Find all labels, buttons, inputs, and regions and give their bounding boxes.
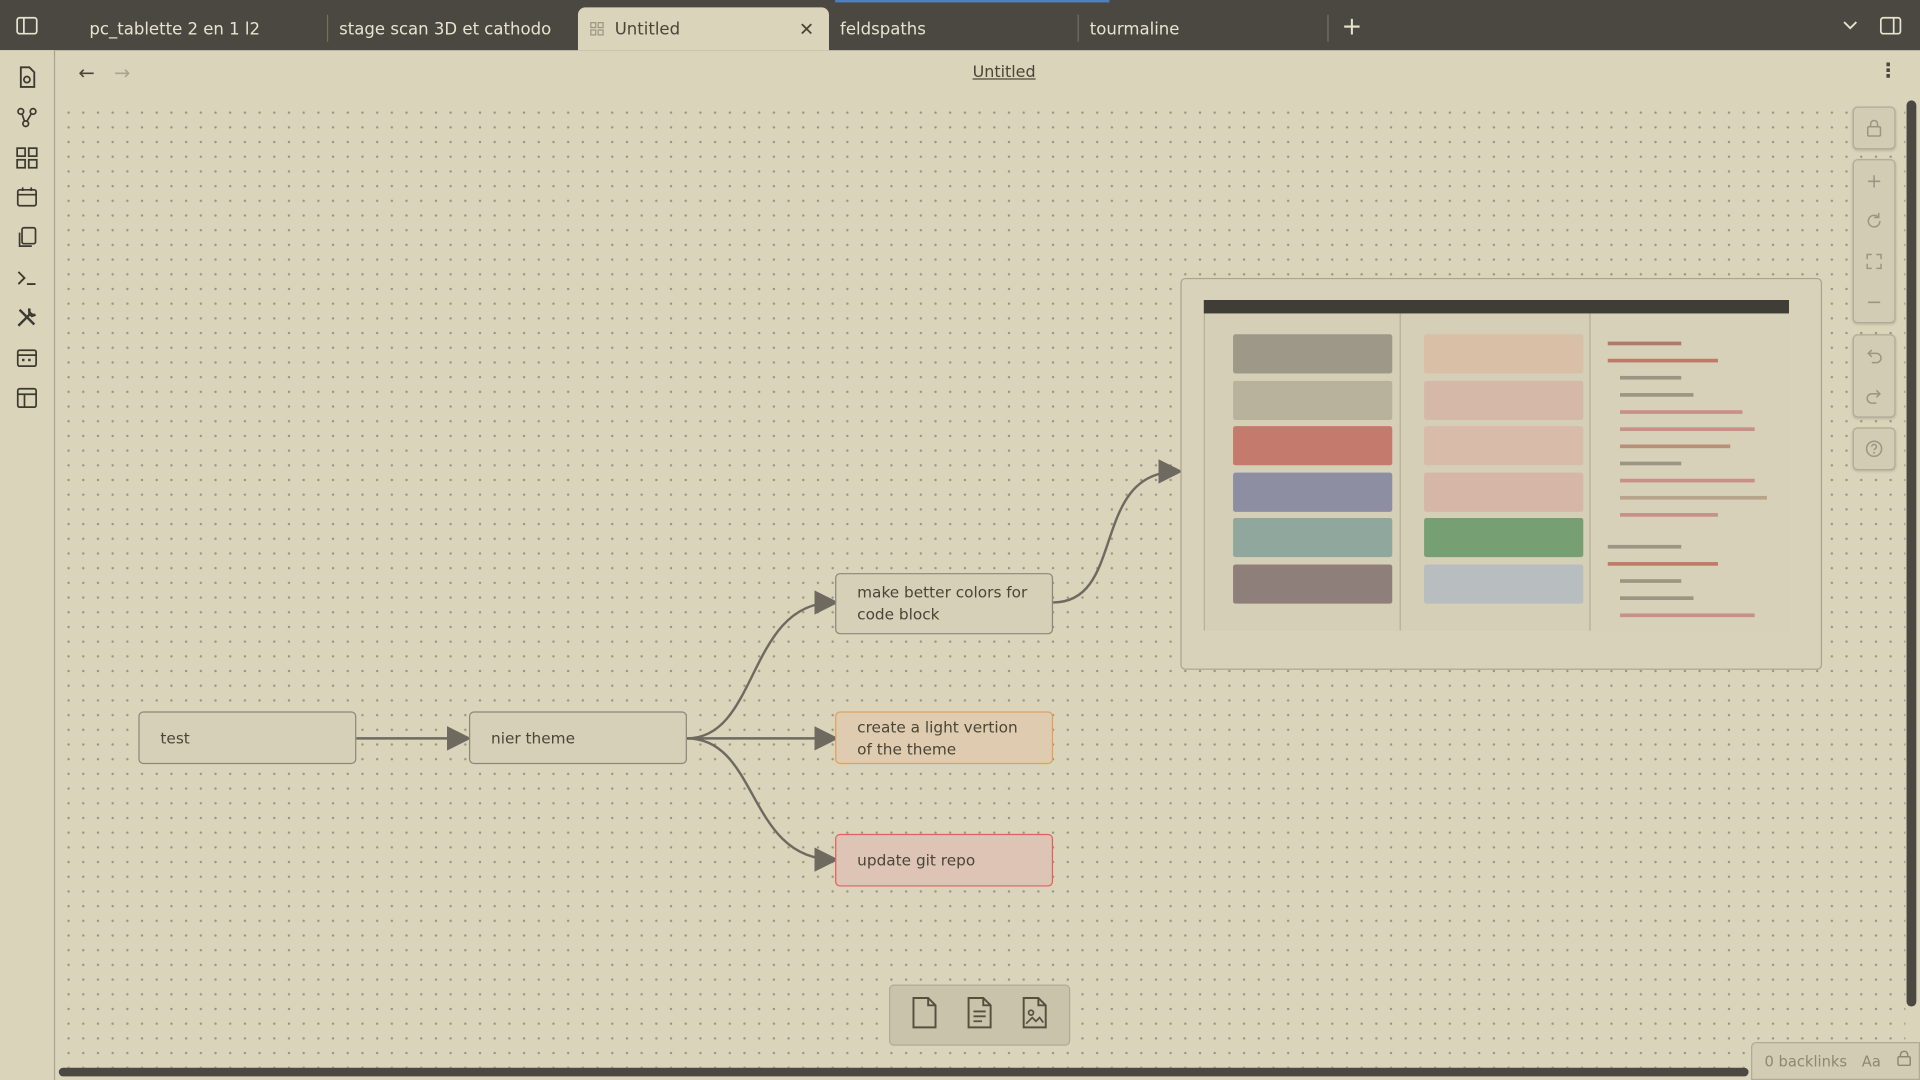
close-icon[interactable]: ✕	[799, 18, 814, 40]
card-text: make better colors for code block	[857, 582, 1028, 624]
history-control-group	[1852, 334, 1896, 418]
lock-icon[interactable]	[1854, 108, 1894, 148]
zoom-out-icon[interactable]: −	[1854, 282, 1894, 322]
canvas-icon	[590, 21, 605, 36]
card-nier-theme[interactable]: nier theme	[468, 711, 687, 765]
redo-icon[interactable]	[1854, 376, 1894, 416]
terminal-icon[interactable]	[15, 266, 39, 290]
tab-label: stage scan 3D et cathodo	[339, 18, 552, 39]
copy-files-icon[interactable]	[15, 225, 39, 249]
tab-label: pc_tablette 2 en 1 l2	[89, 18, 261, 39]
card-text: nier theme	[491, 727, 576, 747]
undo-icon[interactable]	[1854, 336, 1894, 376]
card-light-version[interactable]: create a light vertion of the theme	[835, 711, 1054, 765]
right-sidebar-toggle-icon[interactable]	[1878, 15, 1902, 37]
calendar-icon[interactable]	[15, 185, 39, 209]
help-control-group	[1852, 427, 1896, 471]
daily-notes-calendar-icon[interactable]	[15, 345, 39, 369]
lock-control-group	[1852, 106, 1896, 150]
card-text: create a light vertion of the theme	[857, 716, 1018, 758]
card-update-git[interactable]: update git repo	[835, 833, 1054, 887]
fit-to-screen-icon[interactable]	[1854, 241, 1894, 281]
open-quick-switcher-icon[interactable]	[15, 65, 39, 89]
add-note-icon[interactable]	[962, 994, 996, 1036]
tab-divider	[1327, 14, 1329, 42]
graph-view-icon[interactable]	[15, 105, 39, 129]
zoom-in-icon[interactable]: +	[1854, 160, 1894, 200]
canvas-grid-icon[interactable]	[15, 146, 39, 170]
add-media-icon[interactable]	[1017, 994, 1051, 1036]
tools-icon[interactable]	[15, 305, 39, 329]
add-card-icon[interactable]	[908, 994, 942, 1036]
vertical-scrollbar[interactable]	[1906, 100, 1917, 1007]
card-better-colors[interactable]: make better colors for code block	[835, 573, 1054, 635]
left-ribbon	[0, 50, 56, 1080]
image-card[interactable]	[1180, 277, 1823, 670]
tab-label: Untitled	[614, 18, 681, 39]
tab-tourmaline[interactable]: tourmaline	[1078, 7, 1329, 50]
tab-bar: pc_tablette 2 en 1 l2 stage scan 3D et c…	[0, 0, 1920, 51]
sidebar-toggle-icon[interactable]	[15, 15, 39, 37]
card-text: test	[160, 727, 190, 747]
more-options-icon[interactable]: ⋮	[1878, 59, 1898, 82]
card-text: update git repo	[857, 850, 976, 869]
tab-pc-tablette[interactable]: pc_tablette 2 en 1 l2	[77, 7, 328, 50]
zoom-control-group: + −	[1852, 159, 1896, 324]
back-arrow-icon[interactable]: ←	[78, 61, 94, 84]
font-icon[interactable]: Aa	[1862, 1052, 1881, 1069]
sync-status-icon[interactable]	[1896, 1050, 1913, 1072]
tab-feldspaths[interactable]: feldspaths	[828, 7, 1079, 50]
tab-stage-scan[interactable]: stage scan 3D et cathodo	[327, 7, 578, 50]
chevron-down-icon[interactable]	[1839, 15, 1861, 37]
forward-arrow-icon[interactable]: →	[114, 61, 130, 84]
reset-zoom-icon[interactable]	[1854, 201, 1894, 241]
horizontal-scrollbar[interactable]	[58, 1067, 1749, 1077]
new-tab-plus-icon[interactable]: +	[1340, 11, 1364, 40]
tab-label: tourmaline	[1089, 18, 1180, 39]
card-creation-toolbar	[888, 984, 1071, 1046]
backlinks-count[interactable]: 0 backlinks	[1765, 1052, 1848, 1069]
card-test[interactable]: test	[138, 711, 357, 765]
status-bar: 0 backlinks Aa	[1751, 1042, 1920, 1080]
embedded-screenshot	[1203, 300, 1789, 631]
page-title[interactable]: Untitled	[759, 64, 1249, 82]
loading-progress	[835, 0, 1110, 3]
tab-label: feldspaths	[840, 18, 926, 39]
layout-template-icon[interactable]	[15, 386, 39, 410]
tab-untitled[interactable]: Untitled ✕	[577, 7, 829, 51]
help-icon[interactable]	[1854, 429, 1894, 469]
